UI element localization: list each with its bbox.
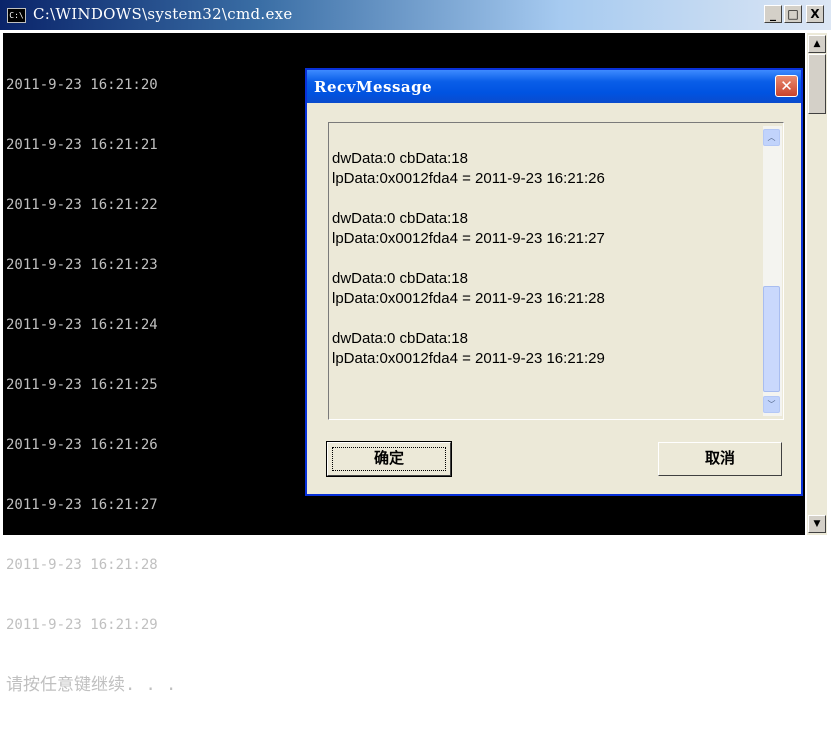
- list-item: dwData:0 cbData:18 lpData:0x0012fda4 = 2…: [332, 149, 605, 209]
- recv-message-dialog: RecvMessage ✕ dwData:0 cbData:18 lpData:…: [305, 68, 803, 496]
- scroll-up-icon[interactable]: ▲: [808, 35, 826, 53]
- console-line: 2011-9-23 16:21:27: [6, 497, 158, 513]
- focus-rect: [332, 447, 446, 471]
- scrollbar-thumb[interactable]: [808, 54, 826, 114]
- scrollbar-thumb[interactable]: [763, 286, 780, 392]
- message-list-box[interactable]: dwData:0 cbData:18 lpData:0x0012fda4 = 2…: [328, 122, 784, 420]
- scroll-down-icon[interactable]: ▼: [808, 515, 826, 533]
- console-app-icon: C:\: [7, 8, 26, 23]
- message-list: dwData:0 cbData:18 lpData:0x0012fda4 = 2…: [332, 149, 605, 389]
- console-scrollbar[interactable]: ▲ ▼: [807, 33, 827, 535]
- console-line: 2011-9-23 16:21:22: [6, 197, 158, 213]
- message-data: lpData:0x0012fda4 = 2011-9-23 16:21:29: [332, 350, 605, 367]
- message-meta: dwData:0 cbData:18: [332, 150, 468, 167]
- maximize-button[interactable]: □: [784, 5, 802, 23]
- console-line: 2011-9-23 16:21:20: [6, 77, 158, 93]
- dialog-titlebar[interactable]: RecvMessage ✕: [307, 70, 801, 103]
- dialog-title: RecvMessage: [314, 78, 433, 96]
- console-line: 2011-9-23 16:21:29: [6, 617, 158, 633]
- console-line: 2011-9-23 16:21:25: [6, 377, 158, 393]
- message-scrollbar[interactable]: ︿ ﹀: [763, 126, 782, 416]
- console-line: 2011-9-23 16:21:23: [6, 257, 158, 273]
- dialog-close-button[interactable]: ✕: [775, 75, 798, 97]
- scroll-up-icon[interactable]: ︿: [763, 129, 780, 146]
- cancel-button[interactable]: 取消: [658, 442, 782, 476]
- message-data: lpData:0x0012fda4 = 2011-9-23 16:21:28: [332, 290, 605, 307]
- console-line: 2011-9-23 16:21:24: [6, 317, 158, 333]
- message-meta: dwData:0 cbData:18: [332, 210, 468, 227]
- console-titlebar[interactable]: C:\ C:\WINDOWS\system32\cmd.exe _ □ X: [0, 0, 831, 30]
- message-meta: dwData:0 cbData:18: [332, 270, 468, 287]
- console-line: 2011-9-23 16:21:26: [6, 437, 158, 453]
- console-line: 2011-9-23 16:21:28: [6, 557, 158, 573]
- console-title: C:\WINDOWS\system32\cmd.exe: [33, 5, 293, 23]
- list-item: dwData:0 cbData:18 lpData:0x0012fda4 = 2…: [332, 209, 605, 269]
- minimize-button[interactable]: _: [764, 5, 782, 23]
- console-line: 2011-9-23 16:21:21: [6, 137, 158, 153]
- scroll-down-icon[interactable]: ﹀: [763, 396, 780, 413]
- console-prompt: 请按任意键继续. . .: [6, 675, 177, 695]
- console-lines: 2011-9-23 16:21:20 2011-9-23 16:21:21 20…: [6, 35, 176, 735]
- list-item: dwData:0 cbData:18 lpData:0x0012fda4 = 2…: [332, 269, 605, 329]
- message-meta: dwData:0 cbData:18: [332, 330, 468, 347]
- ok-button[interactable]: 确定: [326, 441, 452, 477]
- list-item: dwData:0 cbData:18 lpData:0x0012fda4 = 2…: [332, 329, 605, 389]
- message-data: lpData:0x0012fda4 = 2011-9-23 16:21:27: [332, 230, 605, 247]
- close-button[interactable]: X: [806, 5, 824, 23]
- message-data: lpData:0x0012fda4 = 2011-9-23 16:21:26: [332, 170, 605, 187]
